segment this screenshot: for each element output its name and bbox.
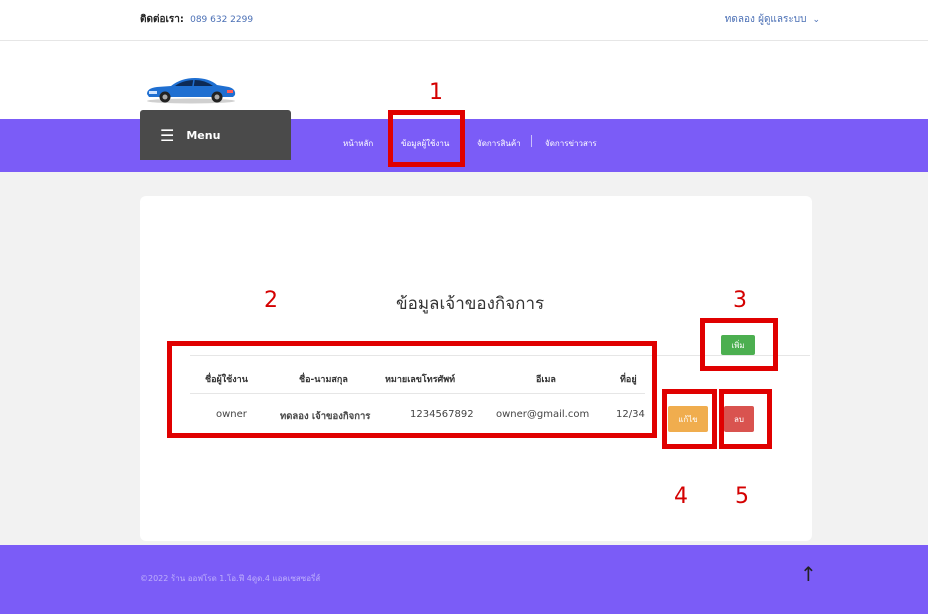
arrow-up-icon[interactable]: ↑	[800, 562, 817, 586]
annotation-number-4: 4	[674, 484, 688, 509]
nav-item-home[interactable]: หน้าหลัก	[343, 137, 373, 150]
nav-separator	[531, 135, 532, 147]
annotation-box-3	[700, 318, 778, 371]
car-icon[interactable]	[143, 74, 239, 104]
annotation-box-4	[662, 389, 717, 449]
annotation-number-1: 1	[429, 80, 443, 105]
contact-phone[interactable]: 089 632 2299	[190, 15, 253, 25]
annotation-box-1	[388, 110, 465, 167]
page-title: ข้อมูลเจ้าของกิจการ	[396, 294, 545, 314]
menu-label: Menu	[186, 128, 221, 142]
top-bar: ติดต่อเรา: 089 632 2299 ทดลอง ผู้ดูแลระบ…	[0, 0, 928, 41]
nav-item-manage-news[interactable]: จัดการข่าวสาร	[545, 137, 597, 150]
annotation-box-5	[719, 389, 772, 449]
chevron-down-icon: ⌄	[812, 15, 820, 25]
logo-area	[0, 41, 928, 119]
user-menu-label: ทดลอง ผู้ดูแลระบบ	[724, 14, 807, 25]
nav-item-manage-products[interactable]: จัดการสินค้า	[477, 137, 521, 150]
copyright-text: ©2022 ร้าน ออฟโรด 1.โอ.ฟี 4ดูด.4 แอคเซสซ…	[140, 574, 321, 583]
annotation-box-2	[167, 341, 657, 438]
contact-info: ติดต่อเรา: 089 632 2299	[140, 12, 253, 27]
annotation-number-3: 3	[733, 288, 747, 313]
user-menu[interactable]: ทดลอง ผู้ดูแลระบบ ⌄	[725, 12, 820, 27]
annotation-number-5: 5	[735, 484, 749, 509]
menu-button[interactable]: ☰ Menu	[140, 110, 291, 160]
contact-label: ติดต่อเรา:	[140, 14, 184, 25]
hamburger-icon: ☰	[160, 125, 175, 145]
annotation-number-2: 2	[264, 288, 278, 313]
